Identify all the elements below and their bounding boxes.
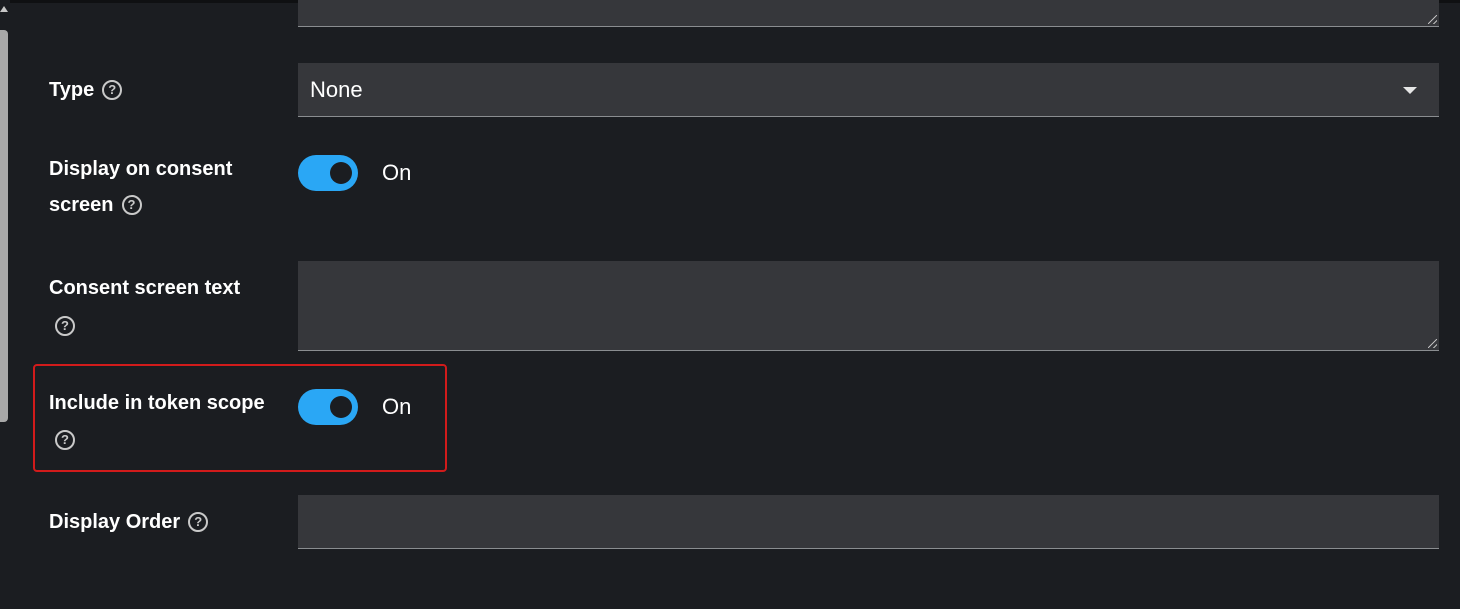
scroll-up-arrow-icon[interactable] (0, 6, 8, 12)
toggle-knob (330, 162, 352, 184)
help-icon[interactable]: ? (102, 79, 123, 100)
include-in-token-scope-label: Include in token scope (49, 385, 265, 421)
display-on-consent-label-line2: screen (49, 194, 114, 216)
display-on-consent-state: On (382, 160, 412, 185)
display-on-consent-label-2: screen? (49, 187, 142, 223)
type-select-value: None (310, 77, 363, 102)
include-in-token-scope-toggle[interactable] (298, 389, 358, 425)
caret-down-icon (1403, 87, 1417, 94)
toggle-knob (330, 396, 352, 418)
display-order-input[interactable] (298, 495, 1439, 549)
display-on-consent-label-line1: Display on consent (49, 158, 233, 180)
resize-grip-icon[interactable] (1428, 339, 1437, 348)
type-label: Type? (49, 72, 123, 108)
display-order-label: Display Order? (49, 504, 209, 540)
type-select[interactable]: None (298, 63, 1439, 117)
include-in-token-scope-help: ? (49, 422, 75, 458)
type-label-text: Type (49, 79, 95, 101)
scrollbar-thumb[interactable] (0, 30, 8, 422)
include-in-token-scope-label-text: Include in token scope (49, 392, 265, 414)
form-page: Type? None Display on consent screen? On… (0, 0, 1460, 609)
display-order-label-text: Display Order (49, 511, 181, 533)
display-on-consent-label: Display on consent (49, 151, 232, 187)
include-in-token-scope-state: On (382, 394, 412, 419)
help-icon[interactable]: ? (55, 315, 75, 336)
resize-grip-icon[interactable] (1428, 15, 1437, 24)
display-on-consent-toggle[interactable] (298, 155, 358, 191)
page-scrollbar[interactable] (0, 0, 10, 609)
previous-textarea[interactable] (298, 0, 1439, 27)
help-icon[interactable]: ? (188, 511, 209, 532)
help-icon[interactable]: ? (121, 194, 142, 215)
help-icon[interactable]: ? (55, 429, 75, 450)
consent-screen-text-label: Consent screen text (49, 270, 240, 306)
consent-screen-text-input[interactable] (298, 261, 1439, 351)
consent-screen-text-help: ? (49, 308, 75, 344)
consent-screen-text-label-text: Consent screen text (49, 277, 241, 299)
